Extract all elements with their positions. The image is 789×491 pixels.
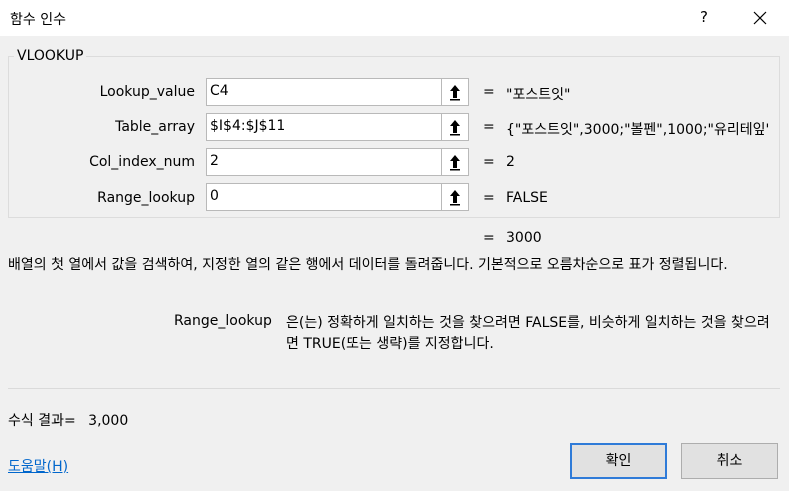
col-index-num-equals: = [483, 154, 495, 170]
range-lookup-result: FALSE [506, 190, 548, 206]
collapse-dialog-icon[interactable] [442, 148, 469, 176]
lookup-value-result: "포스트잇" [506, 87, 571, 103]
help-icon[interactable]: ? [692, 8, 716, 28]
collapse-dialog-icon[interactable] [442, 78, 469, 106]
table-array-equals: = [483, 119, 495, 135]
collapse-dialog-icon[interactable] [442, 183, 469, 211]
ok-button[interactable]: 확인 [570, 443, 667, 479]
table-array-input[interactable]: $I$4:$J$11 [206, 113, 442, 141]
separator [8, 388, 780, 389]
help-link[interactable]: 도움말(H) [8, 456, 68, 476]
formula-result: 수식 결과= 3,000 [8, 410, 128, 430]
table-array-result: {"포스트잇",3000;"볼펜",1000;"유리테잎' [506, 122, 770, 138]
lookup-value-input[interactable]: C4 [206, 78, 442, 106]
function-result-value: 3000 [506, 230, 542, 246]
lookup-value-label: Lookup_value [99, 84, 195, 100]
table-array-label: Table_array [115, 119, 195, 135]
range-lookup-label: Range_lookup [97, 190, 195, 206]
argument-help-text: 은(는) 정확하게 일치하는 것을 찾으려면 FALSE를, 비슷하게 일치하는… [286, 315, 770, 352]
range-lookup-equals: = [483, 190, 495, 206]
window-title: 함수 인수 [10, 12, 66, 28]
function-description: 배열의 첫 열에서 값을 검색하여, 지정한 열의 같은 행에서 데이터를 돌려… [8, 257, 728, 273]
lookup-value-equals: = [483, 84, 495, 100]
col-index-num-result: 2 [506, 154, 515, 170]
title-bar: 함수 인수 ? [0, 0, 789, 36]
function-name: VLOOKUP [14, 48, 87, 64]
collapse-dialog-icon[interactable] [442, 113, 469, 141]
col-index-num-input[interactable]: 2 [206, 148, 442, 176]
range-lookup-input[interactable]: 0 [206, 183, 442, 211]
function-result-equals: = [483, 230, 495, 246]
formula-result-value: 3,000 [88, 413, 129, 429]
argument-help-name: Range_lookup [174, 313, 272, 329]
col-index-num-label: Col_index_num [89, 154, 195, 170]
close-icon[interactable] [745, 5, 775, 31]
cancel-button[interactable]: 취소 [681, 443, 778, 479]
formula-result-label: 수식 결과= [8, 413, 76, 429]
